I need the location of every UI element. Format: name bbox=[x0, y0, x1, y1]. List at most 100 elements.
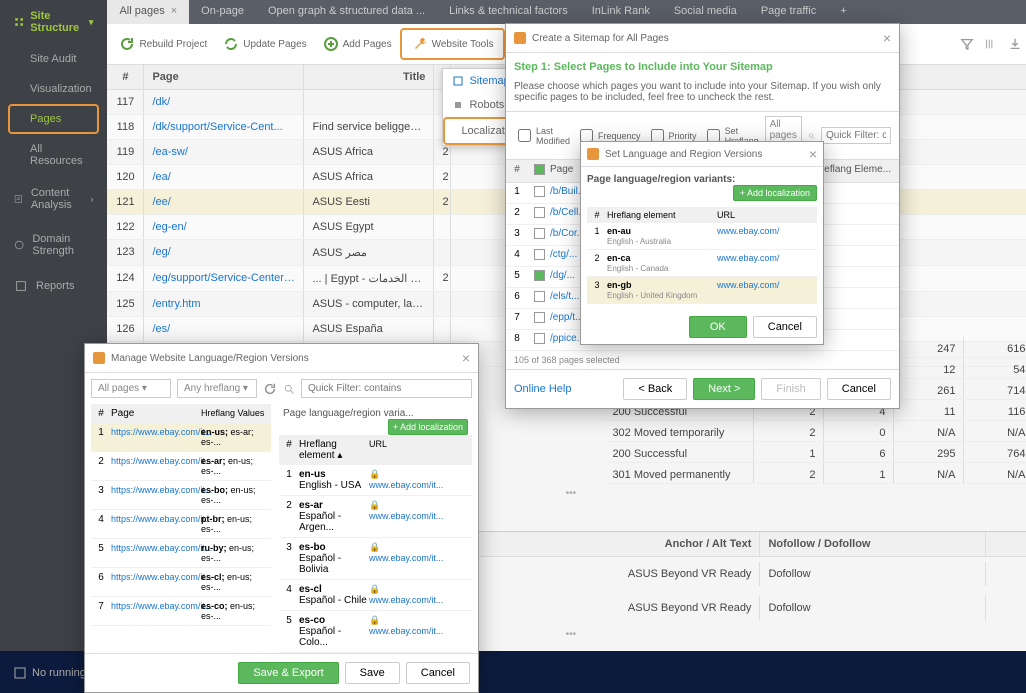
table-row[interactable]: 200 Successful16295764 bbox=[604, 442, 1026, 463]
download-icon[interactable] bbox=[1008, 37, 1022, 51]
dialog-title: Manage Website Language/Region Versions bbox=[111, 353, 309, 364]
tab-links[interactable]: Links & technical factors bbox=[437, 0, 580, 24]
sidebar-item-visualization[interactable]: Visualization bbox=[0, 74, 107, 104]
refresh-icon bbox=[119, 36, 135, 52]
follow-value: Dofollow bbox=[760, 562, 986, 586]
back-button[interactable]: < Back bbox=[623, 378, 687, 400]
label: Reports bbox=[36, 280, 75, 292]
close-icon[interactable]: × bbox=[883, 30, 891, 46]
cancel-button[interactable]: Cancel bbox=[753, 316, 817, 338]
step-desc: Please choose which pages you want to in… bbox=[506, 81, 899, 111]
columns-icon[interactable] bbox=[984, 37, 998, 51]
sidebar-section-label: Site Structure bbox=[30, 10, 83, 34]
follow-value: Dofollow bbox=[760, 596, 986, 620]
cancel-button[interactable]: Cancel bbox=[827, 378, 891, 400]
quick-filter-input[interactable] bbox=[821, 127, 891, 144]
tab-all-pages[interactable]: All pages× bbox=[107, 0, 189, 24]
reports-icon bbox=[14, 279, 28, 293]
list-item[interactable]: 5es-coEspañol - Colo...🔒 www.ebay.com/it… bbox=[279, 611, 472, 653]
quick-filter-input[interactable] bbox=[301, 379, 472, 398]
list-item[interactable]: 6https://www.ebay.com/it...es-cl; en-us;… bbox=[91, 568, 271, 597]
label: Domain Strength bbox=[32, 233, 93, 257]
col-num[interactable]: # bbox=[107, 65, 144, 89]
col-num[interactable]: # bbox=[506, 164, 528, 178]
next-button[interactable]: Next > bbox=[693, 378, 755, 400]
tasks-icon bbox=[14, 667, 26, 679]
list-item[interactable]: 1https://www.ebay.com/it...en-us; es-ar;… bbox=[91, 423, 271, 452]
step-title: Step 1: Select Pages to Include into You… bbox=[506, 53, 899, 81]
list-item[interactable]: 3https://www.ebay.com/it...es-bo; en-us;… bbox=[91, 481, 271, 510]
col-title[interactable]: Title bbox=[304, 65, 434, 89]
list-item[interactable]: 7https://www.ebay.com/it...es-co; en-us;… bbox=[91, 597, 271, 626]
search-icon[interactable] bbox=[808, 130, 815, 142]
subtitle: Page language/region variants: bbox=[587, 174, 735, 185]
globe-icon bbox=[14, 238, 24, 252]
sidebar-section-reports[interactable]: Reports bbox=[0, 268, 107, 304]
close-icon[interactable]: × bbox=[809, 146, 817, 162]
list-item[interactable]: 4https://www.ebay.com/it...pt-br; en-us;… bbox=[91, 510, 271, 539]
col-page[interactable]: Page bbox=[144, 65, 304, 89]
add-button[interactable]: Add Pages bbox=[315, 32, 400, 56]
table-row[interactable]: 301 Moved permanently21N/AN/A bbox=[604, 463, 1026, 484]
finish-button: Finish bbox=[761, 378, 820, 400]
tab-opengraph[interactable]: Open graph & structured data ... bbox=[256, 0, 437, 24]
app-icon bbox=[93, 352, 105, 364]
opt-lastmod[interactable]: Last Modified bbox=[514, 126, 570, 146]
tab-on-page[interactable]: On-page bbox=[189, 0, 256, 24]
update-button[interactable]: Update Pages bbox=[215, 32, 314, 56]
set-language-dialog: Set Language and Region Versions × Page l… bbox=[580, 141, 824, 345]
sidebar-section-site-structure[interactable]: Site Structure ▾ bbox=[0, 0, 107, 44]
filter-icon[interactable] bbox=[960, 37, 974, 51]
sidebar-section-content[interactable]: Content Analysis › bbox=[0, 176, 107, 222]
refresh-icon[interactable] bbox=[263, 382, 277, 396]
list-item[interactable]: 1en-auEnglish - Australiawww.ebay.com/ bbox=[587, 223, 817, 250]
pages-select[interactable]: All pages ▾ bbox=[91, 379, 171, 398]
col-nofollow[interactable]: Nofollow / Dofollow bbox=[760, 532, 986, 556]
list-item[interactable]: 5https://www.ebay.com/it...ru-by; en-us;… bbox=[91, 539, 271, 568]
add-localization-button[interactable]: + Add localization bbox=[388, 419, 468, 435]
robots-icon bbox=[453, 100, 463, 110]
label: Content Analysis bbox=[31, 187, 83, 211]
list-item[interactable]: 2es-arEspañol - Argen...🔒 www.ebay.com/i… bbox=[279, 496, 472, 538]
list-item[interactable]: 4es-clEspañol - Chile🔒 www.ebay.com/it..… bbox=[279, 580, 472, 611]
sidebar-item-audit[interactable]: Site Audit bbox=[0, 44, 107, 74]
help-link[interactable]: Online Help bbox=[514, 383, 571, 395]
dialog-title: Set Language and Region Versions bbox=[605, 149, 762, 160]
list-item[interactable]: 3es-boEspañol - Bolivia🔒 www.ebay.com/it… bbox=[279, 538, 472, 580]
save-button[interactable]: Save bbox=[345, 662, 400, 684]
close-icon[interactable]: × bbox=[462, 350, 470, 366]
add-localization-button[interactable]: + Add localization bbox=[733, 185, 817, 201]
tools-button[interactable]: Website Tools bbox=[404, 32, 502, 56]
close-icon[interactable]: × bbox=[171, 5, 177, 17]
list-item[interactable]: 2https://www.ebay.com/it...es-ar; en-us;… bbox=[91, 452, 271, 481]
app-icon bbox=[514, 32, 526, 44]
sidebar-item-resources[interactable]: All Resources bbox=[0, 134, 107, 176]
table-row[interactable]: 302 Moved temporarily20N/AN/A bbox=[604, 421, 1026, 442]
save-export-button[interactable]: Save & Export bbox=[238, 662, 338, 684]
tab-traffic[interactable]: Page traffic bbox=[749, 0, 828, 24]
tab-inlink[interactable]: InLink Rank bbox=[580, 0, 662, 24]
structure-icon bbox=[14, 15, 24, 29]
tab-add[interactable]: + bbox=[828, 0, 858, 24]
sidebar-section-domain[interactable]: Domain Strength bbox=[0, 222, 107, 268]
sidebar-item-pages[interactable]: Pages bbox=[8, 104, 99, 134]
cancel-button[interactable]: Cancel bbox=[406, 662, 470, 684]
cycle-icon bbox=[223, 36, 239, 52]
selection-info: 105 of 368 pages selected bbox=[506, 351, 899, 369]
plus-icon bbox=[323, 36, 339, 52]
dialog-title: Create a Sitemap for All Pages bbox=[532, 33, 669, 44]
tabs-bar: All pages× On-page Open graph & structur… bbox=[107, 0, 1026, 24]
ok-button[interactable]: OK bbox=[689, 316, 747, 338]
chevron-down-icon: ▾ bbox=[89, 17, 94, 28]
hreflang-select[interactable]: Any hreflang ▾ bbox=[177, 379, 257, 398]
list-item[interactable]: 3en-gbEnglish - United Kingdomwww.ebay.c… bbox=[587, 277, 817, 304]
select-all-checkbox[interactable] bbox=[534, 164, 545, 175]
rebuild-button[interactable]: Rebuild Project bbox=[111, 32, 215, 56]
manage-versions-dialog: Manage Website Language/Region Versions ×… bbox=[84, 343, 479, 693]
search-icon[interactable] bbox=[283, 383, 295, 395]
list-item[interactable]: 1en-usEnglish - USA🔒 www.ebay.com/it... bbox=[279, 465, 472, 496]
list-item[interactable]: 2en-caEnglish - Canadawww.ebay.com/ bbox=[587, 250, 817, 277]
tab-social[interactable]: Social media bbox=[662, 0, 749, 24]
content-icon bbox=[14, 192, 23, 206]
app-icon bbox=[587, 148, 599, 160]
